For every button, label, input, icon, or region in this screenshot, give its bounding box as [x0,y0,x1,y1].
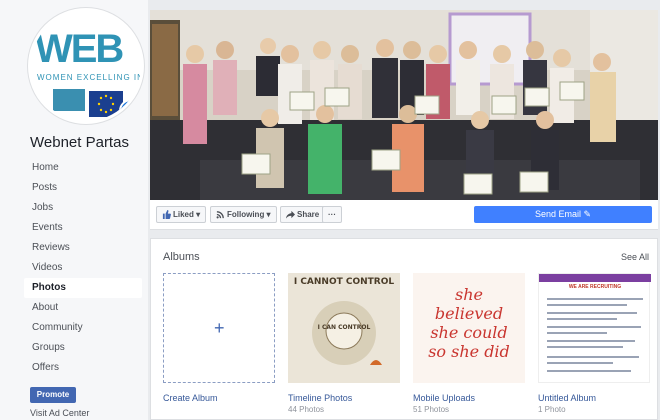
following-label: Following [227,210,265,219]
more-options-button[interactable]: ··· [322,206,342,223]
eu-flag-icon [89,91,123,117]
poster-title: I CANNOT CONTROL [293,277,395,287]
photo-count: 51 Photos [413,405,450,414]
add-photo-icon[interactable]: + [119,99,141,121]
page-action-bar: Liked ▾ Following ▾ Share ··· Send Email… [150,200,658,230]
poster-illustration: I CAN CONTROL [288,273,400,383]
cover-photo[interactable] [150,10,658,200]
nav-events[interactable]: Events [24,218,142,238]
see-all-link[interactable]: See All [621,252,649,262]
quote-text: she believed she could so she did [428,285,510,361]
mobile-uploads-thumbnail[interactable]: she believed she could so she did [413,273,525,383]
create-album-tile[interactable]: + [163,273,275,383]
pencil-icon: ✎ [583,209,592,219]
rss-icon [216,211,224,219]
following-button[interactable]: Following ▾ [210,206,277,223]
page-name[interactable]: Webnet Partas [30,134,129,151]
logo-text: WEB [35,27,124,71]
nav-photos[interactable]: Photos [24,278,142,298]
nav-offers[interactable]: Offers [24,358,142,378]
liked-label: Liked [173,210,194,219]
nav-jobs[interactable]: Jobs [24,198,142,218]
facebook-page: WEB WOMEN EXCELLING IN BUSINESS + Webnet… [0,0,660,420]
profile-picture[interactable]: WEB WOMEN EXCELLING IN BUSINESS + [28,8,144,124]
send-email-button[interactable]: Send Email ✎ [474,206,652,223]
share-label: Share [297,210,320,219]
timeline-photos-thumbnail[interactable]: I CAN CONTROL I CANNOT CONTROL [288,273,400,383]
nav-posts[interactable]: Posts [24,178,142,198]
album-name[interactable]: Mobile Uploads [413,393,475,403]
share-arrow-icon [286,211,295,219]
album-name[interactable]: Timeline Photos [288,393,352,403]
plus-icon: + [214,318,225,338]
logo-badge [53,89,85,111]
document-lines [547,298,643,372]
poster-center-text: I CAN CONTROL [318,324,371,331]
nav-groups[interactable]: Groups [24,338,142,358]
album-name[interactable]: Untitled Album [538,393,596,403]
albums-title: Albums [163,251,200,263]
liked-button[interactable]: Liked ▾ [156,206,207,223]
nav-community[interactable]: Community [24,318,142,338]
promote-button[interactable]: Promote [30,387,76,403]
visit-ad-center-link[interactable]: Visit Ad Center [30,408,89,418]
logo-subtitle: WOMEN EXCELLING IN BUSINESS [37,73,144,82]
photo-count: 1 Photo [538,405,566,414]
albums-section: Albums See All + Create Album I CAN CONT… [150,238,658,420]
page-nav: Home Posts Jobs Events Reviews Videos Ph… [24,158,142,378]
send-email-label: Send Email [534,209,581,219]
nav-about[interactable]: About [24,298,142,318]
nav-videos[interactable]: Videos [24,258,142,278]
untitled-album-thumbnail[interactable]: WE ARE RECRUITING [538,273,651,383]
album-name[interactable]: Create Album [163,393,218,403]
share-button[interactable]: Share [280,206,326,223]
nav-reviews[interactable]: Reviews [24,238,142,258]
group-photo-illustration [150,10,658,200]
photo-count: 44 Photos [288,405,325,414]
sidebar: WEB WOMEN EXCELLING IN BUSINESS + Webnet… [0,0,148,420]
thumbs-up-icon [162,210,171,220]
nav-home[interactable]: Home [24,158,142,178]
